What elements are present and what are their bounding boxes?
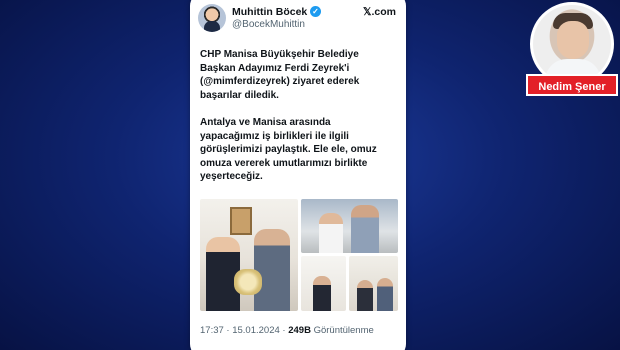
tweet-screenshot-card: Muhittin Böcek ✓ @BocekMuhittin 𝕏.com CH… <box>190 0 406 350</box>
avatar[interactable] <box>198 4 226 32</box>
views-label: Görüntülenme <box>310 325 374 336</box>
person-figure <box>377 278 393 311</box>
author-badge: Nedim Şener <box>524 0 620 100</box>
author-face <box>557 21 589 59</box>
portrait-frame <box>230 207 252 235</box>
tweet-media-grid <box>200 199 398 311</box>
platform-logo: 𝕏.com <box>363 6 396 18</box>
author-display-name[interactable]: Muhittin Böcek <box>232 6 307 18</box>
tweet-header: Muhittin Böcek ✓ @BocekMuhittin 𝕏.com <box>198 4 398 34</box>
tweet-paragraph-1: CHP Manisa Büyükşehir Belediye Başkan Ad… <box>200 49 360 101</box>
person-figure <box>351 205 379 253</box>
media-photo-3[interactable] <box>301 256 346 311</box>
tweet-paragraph-2: Antalya ve Manisa arasında yapacağımız i… <box>200 116 377 183</box>
person-figure <box>254 229 290 311</box>
tweet-timestamp[interactable]: 17:37 · 15.01.2024 · <box>200 325 288 336</box>
author-handle[interactable]: @BocekMuhittin <box>232 19 305 30</box>
tweet-text: CHP Manisa Büyükşehir Belediye Başkan Ad… <box>200 48 400 198</box>
media-photo-2[interactable] <box>301 199 398 253</box>
person-figure <box>319 213 343 253</box>
person-figure <box>357 280 373 311</box>
tweet-meta: 17:37 · 15.01.2024 · 249B Görüntülenme <box>200 325 374 336</box>
author-name-tag: Nedim Şener <box>526 74 618 96</box>
media-photo-1[interactable] <box>200 199 298 311</box>
gift-basket <box>234 269 262 295</box>
views-count: 249B <box>288 325 311 336</box>
person-figure <box>313 276 331 311</box>
media-photo-4[interactable] <box>349 256 398 311</box>
verified-check-icon: ✓ <box>310 6 321 17</box>
